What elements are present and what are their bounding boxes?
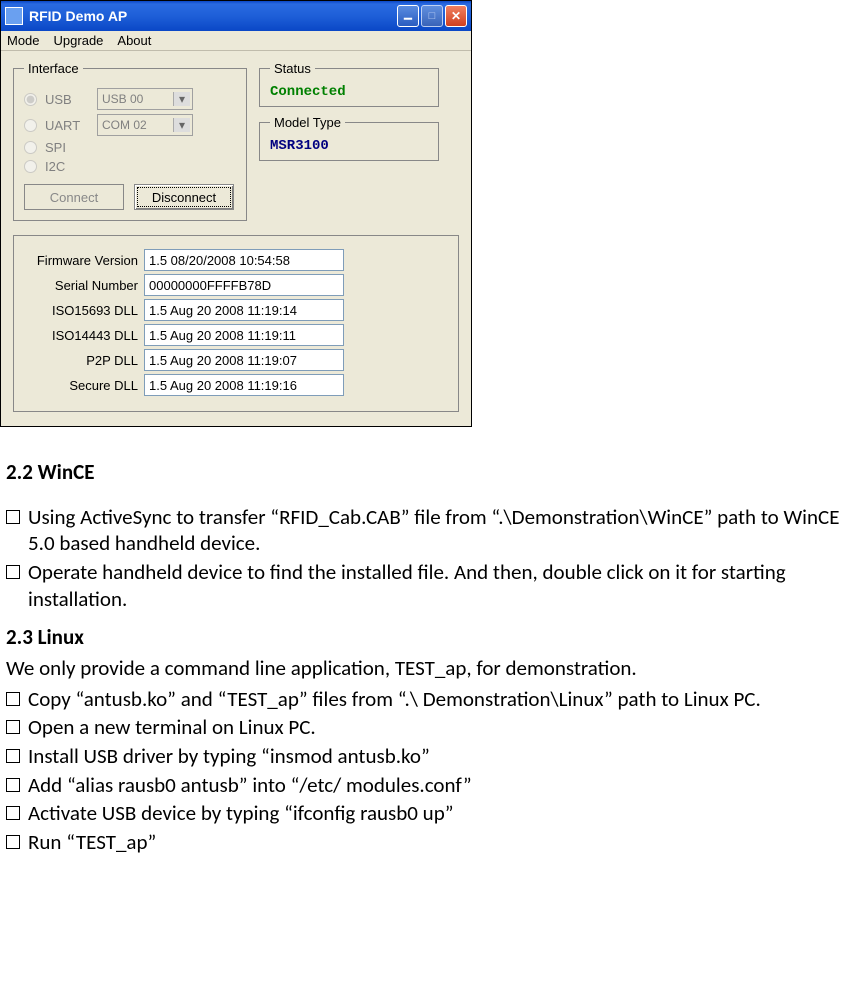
uart-combo[interactable]: COM 02 [97, 114, 193, 136]
client-area: Interface USB USB 00 UART COM 02 SPI [1, 51, 471, 426]
radio-spi-label: SPI [45, 140, 89, 155]
bullet-box [6, 806, 20, 820]
iso15693-label: ISO15693 DLL [26, 303, 144, 318]
linux-intro: We only provide a command line applicati… [6, 655, 840, 682]
model-value: MSR3100 [270, 138, 428, 154]
interface-group: Interface USB USB 00 UART COM 02 SPI [13, 61, 247, 221]
menu-upgrade[interactable]: Upgrade [54, 33, 104, 48]
document-body: 2.2 WinCE Using ActiveSync to transfer “… [0, 427, 846, 868]
bullet-box [6, 510, 20, 524]
bullet-box [6, 720, 20, 734]
maximize-button [421, 5, 443, 27]
menu-about[interactable]: About [117, 33, 151, 48]
firmware-label: Firmware Version [26, 253, 144, 268]
bullet-box [6, 835, 20, 849]
linux-step-3: Install USB driver by typing “insmod ant… [28, 743, 840, 770]
bullet-box [6, 749, 20, 763]
iso14443-label: ISO14443 DLL [26, 328, 144, 343]
bullet-box [6, 778, 20, 792]
wince-step-1: Using ActiveSync to transfer “RFID_Cab.C… [28, 504, 840, 557]
radio-i2c-label: I2C [45, 159, 89, 174]
status-group: Status Connected [259, 61, 439, 107]
radio-uart[interactable] [24, 119, 37, 132]
iso15693-value: 1.5 Aug 20 2008 11:19:14 [144, 299, 344, 321]
radio-spi[interactable] [24, 141, 37, 154]
p2p-label: P2P DLL [26, 353, 144, 368]
radio-uart-label: UART [45, 118, 89, 133]
radio-usb[interactable] [24, 93, 37, 106]
disconnect-button[interactable]: Disconnect [134, 184, 234, 210]
model-group: Model Type MSR3100 [259, 115, 439, 161]
serial-label: Serial Number [26, 278, 144, 293]
menu-mode[interactable]: Mode [7, 33, 40, 48]
secure-value: 1.5 Aug 20 2008 11:19:16 [144, 374, 344, 396]
menubar: Mode Upgrade About [1, 31, 471, 51]
model-legend: Model Type [270, 115, 345, 130]
status-legend: Status [270, 61, 315, 76]
usb-combo[interactable]: USB 00 [97, 88, 193, 110]
heading-linux: 2.3 Linux [6, 624, 840, 651]
interface-legend: Interface [24, 61, 83, 76]
radio-usb-label: USB [45, 92, 89, 107]
bullet-box [6, 692, 20, 706]
firmware-value: 1.5 08/20/2008 10:54:58 [144, 249, 344, 271]
window-title: RFID Demo AP [29, 8, 397, 24]
close-button[interactable] [445, 5, 467, 27]
linux-step-1: Copy “antusb.ko” and “TEST_ap” files fro… [28, 686, 840, 713]
app-icon [5, 7, 23, 25]
connect-button: Connect [24, 184, 124, 210]
p2p-value: 1.5 Aug 20 2008 11:19:07 [144, 349, 344, 371]
linux-step-5: Activate USB device by typing “ifconfig … [28, 800, 840, 827]
serial-value: 00000000FFFFB78D [144, 274, 344, 296]
linux-step-6: Run “TEST_ap” [28, 829, 840, 856]
iso14443-value: 1.5 Aug 20 2008 11:19:11 [144, 324, 344, 346]
heading-wince: 2.2 WinCE [6, 459, 840, 486]
linux-step-2: Open a new terminal on Linux PC. [28, 714, 840, 741]
wince-step-2: Operate handheld device to find the inst… [28, 559, 840, 612]
app-window: RFID Demo AP Mode Upgrade About Interfac… [0, 0, 472, 427]
bullet-box [6, 565, 20, 579]
titlebar: RFID Demo AP [1, 1, 471, 31]
secure-label: Secure DLL [26, 378, 144, 393]
minimize-button[interactable] [397, 5, 419, 27]
radio-i2c[interactable] [24, 160, 37, 173]
linux-step-4: Add “alias rausb0 antusb” into “/etc/ mo… [28, 772, 840, 799]
info-group: Firmware Version1.5 08/20/2008 10:54:58 … [13, 235, 459, 412]
status-value: Connected [270, 84, 428, 100]
